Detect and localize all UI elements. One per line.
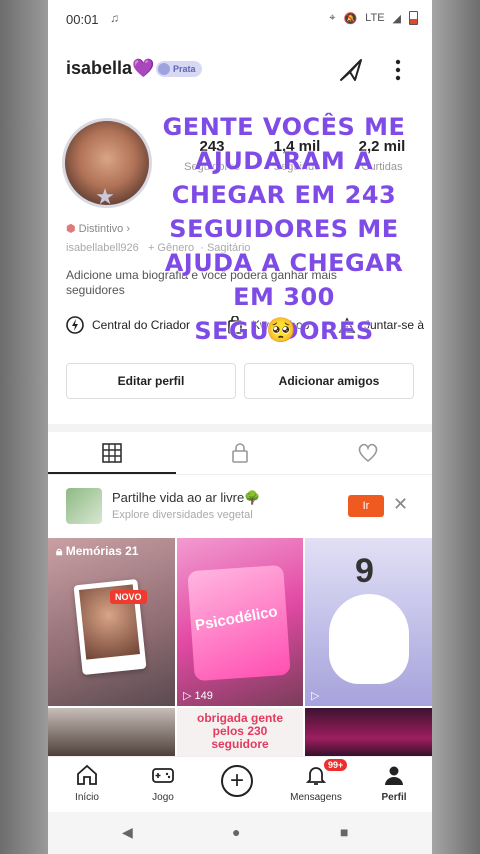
promo-go-button[interactable]: Ir: [348, 495, 384, 517]
rank-label: Prata: [173, 64, 196, 74]
create-post-button[interactable]: +: [221, 765, 253, 797]
post-tile[interactable]: obrigada gente pelos 230 seguidore: [177, 708, 303, 758]
memories-tile[interactable]: 🔒︎ Memórias 21 NOVO: [48, 538, 175, 706]
tab-posts[interactable]: [48, 432, 176, 474]
home-icon: [77, 764, 97, 785]
heart-icon: [358, 443, 378, 463]
content-tabs: [48, 432, 432, 474]
lock-icon: 🔒︎: [56, 544, 63, 558]
avatar-frame-star-icon: ★: [95, 184, 115, 209]
post-tile[interactable]: [48, 708, 175, 758]
notification-icon: ♫: [110, 11, 119, 25]
distintivo-label: Distintivo ›: [78, 223, 131, 235]
nav-label: Jogo: [152, 792, 174, 803]
recents-icon[interactable]: ■: [340, 824, 348, 840]
user-handle: isabellabell926: [66, 242, 139, 254]
rank-icon: [158, 63, 170, 75]
tab-private[interactable]: [176, 432, 304, 474]
status-bar: 00:01 ♫ ⌖ 🔕 LTE ◢: [48, 0, 432, 38]
profile-header: isabella💜 Prata: [48, 50, 432, 90]
post-tile[interactable]: [305, 708, 432, 758]
avatar[interactable]: ★: [62, 118, 152, 209]
grid-icon: [102, 443, 122, 463]
tabs-underline: [48, 474, 432, 475]
background-blur-left: [0, 0, 48, 854]
mute-icon: 🔕: [343, 12, 358, 25]
memories-text: Memórias 21: [65, 544, 139, 558]
back-icon[interactable]: ◀: [122, 824, 133, 841]
pleading-emoji: 🥺: [266, 317, 296, 344]
network-label: LTE: [365, 12, 385, 24]
nav-label: Perfil: [381, 792, 407, 803]
tab-liked[interactable]: [304, 432, 432, 474]
person-icon: [385, 766, 403, 785]
promo-title: Partilhe vida ao ar livre🌳: [112, 490, 261, 505]
more-options-icon[interactable]: [388, 56, 408, 84]
nav-label: Início: [75, 792, 99, 803]
play-count-value: 149: [194, 690, 213, 702]
promo-subtitle: Explore diversidades vegetal: [112, 509, 253, 521]
add-friends-button[interactable]: Adicionar amigos: [244, 363, 414, 399]
status-time: 00:01: [66, 12, 99, 27]
lock-icon: [232, 443, 248, 463]
home-button-icon[interactable]: ●: [232, 824, 240, 840]
nav-label: Mensagens: [290, 792, 342, 803]
messages-count-badge: 99+: [324, 759, 348, 771]
post-tile[interactable]: 9 ▷: [305, 538, 432, 706]
post-image-text: Psicodélico: [193, 603, 279, 635]
phone-screen: 00:01 ♫ ⌖ 🔕 LTE ◢ isabella💜 Prata ★ 243 …: [48, 0, 432, 854]
play-count: ▷ 149: [183, 690, 213, 702]
close-icon[interactable]: ✕: [393, 494, 408, 515]
post-image: Psicodélico: [187, 564, 291, 682]
nav-profile[interactable]: Perfil: [364, 763, 424, 803]
system-navigation-bar: ◀ ● ■: [48, 812, 432, 854]
battery-icon: [409, 11, 418, 25]
share-icon[interactable]: [337, 56, 365, 84]
post-image: [329, 594, 409, 684]
promo-banner[interactable]: Partilhe vida ao ar livre🌳 Explore diver…: [48, 482, 432, 532]
promo-thumbnail: [66, 488, 102, 524]
post-image-text: 9: [355, 552, 374, 590]
post-tile[interactable]: Psicodélico ▷ 149: [177, 538, 303, 706]
section-divider: [48, 424, 432, 432]
username: isabella💜: [66, 58, 155, 78]
distintivo-icon: ⬢: [66, 223, 76, 235]
edit-profile-button[interactable]: Editar perfil: [66, 363, 236, 399]
new-badge: NOVO: [110, 590, 147, 604]
location-icon: ⌖: [329, 11, 336, 24]
nav-home[interactable]: Início: [57, 763, 117, 803]
overlay-caption: GENTE VOCÊS ME AJUDARAM A CHEGAR EM 243 …: [162, 113, 406, 345]
post-image-text: obrigada gente pelos 230 seguidore: [196, 711, 283, 751]
status-icons: ⌖ 🔕 LTE ◢: [329, 11, 418, 25]
bottom-navigation: Início Jogo + Mensagens 99+ Perfil: [48, 756, 432, 813]
posts-grid: 🔒︎ Memórias 21 NOVO Psicodélico ▷ 149 9 …: [48, 538, 432, 758]
signal-icon: ◢: [392, 12, 401, 25]
play-icon: ▷: [311, 690, 320, 702]
nav-game[interactable]: Jogo: [133, 763, 193, 803]
distintivo-link[interactable]: ⬢ Distintivo ›: [66, 222, 130, 235]
gamepad-icon: [152, 768, 174, 783]
rank-badge[interactable]: Prata: [156, 61, 202, 77]
memories-label: 🔒︎ Memórias 21: [56, 544, 138, 559]
lightning-icon: [66, 316, 84, 334]
background-blur-right: [432, 0, 480, 854]
